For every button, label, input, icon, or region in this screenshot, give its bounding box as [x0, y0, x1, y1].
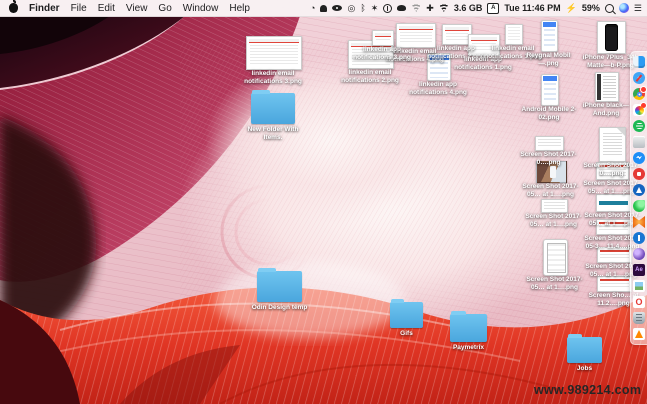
icon-label: Reygnal Mobil—.png: [526, 52, 571, 67]
safari-icon[interactable]: [633, 72, 645, 84]
leaf-app-icon[interactable]: [633, 200, 645, 212]
vlc-icon[interactable]: [633, 328, 645, 340]
wifi-dim-icon[interactable]: [411, 4, 422, 12]
folder-icon[interactable]: [567, 334, 602, 363]
grater-app-icon[interactable]: [633, 312, 645, 324]
file-icon[interactable]: [505, 24, 523, 45]
bluetooth-icon[interactable]: ᛒ: [360, 3, 365, 13]
icon-label: linkedin email notifications 2.png: [341, 69, 399, 84]
icon-label: Screen Shot 2017-05… at 1….png: [525, 213, 582, 228]
battery-bolt-icon[interactable]: ⚡: [566, 3, 577, 13]
fan-icon[interactable]: ✚: [426, 3, 434, 13]
finder-icon[interactable]: [633, 56, 645, 68]
notification-badge: [640, 86, 647, 93]
siri-icon[interactable]: [618, 3, 629, 13]
battery-text[interactable]: 59%: [582, 3, 600, 13]
icon-label: linkedin app notifications 4.png: [409, 81, 467, 96]
file-icon[interactable]: [372, 30, 394, 46]
icon-label: New Folder With Items.: [247, 126, 299, 141]
photos-icon[interactable]: [633, 102, 647, 116]
red-app-icon[interactable]: [633, 168, 645, 180]
menu-bar: Finder File Edit View Go Window Help ◔ ◎ ᛒ ✶ ✚ 3.6 …: [0, 0, 647, 17]
folder-icon[interactable]: [257, 268, 302, 302]
file-icon[interactable]: [246, 36, 302, 70]
menu-help[interactable]: Help: [229, 3, 250, 14]
cloud-icon[interactable]: [397, 5, 407, 11]
icon-label: Gifs: [400, 330, 413, 337]
icon-label: iPhone black—And.png: [582, 102, 630, 117]
icon-label: Odin Design temp: [251, 304, 308, 311]
clock-text[interactable]: Tue 11:46 PM: [504, 3, 560, 13]
pause-circle-icon[interactable]: [383, 3, 393, 13]
sail-app-icon[interactable]: [633, 184, 645, 196]
notification-badge: [640, 102, 647, 109]
file-icon[interactable]: [597, 21, 626, 54]
spotlight-icon[interactable]: [604, 3, 614, 13]
icon-label: Screen Shot 2017-0….png: [520, 151, 577, 166]
menu-bar-left: Finder File Edit View Go Window Help: [0, 0, 250, 14]
file-icon[interactable]: [535, 136, 564, 151]
apple-menu-icon[interactable]: [9, 0, 18, 13]
file-icon[interactable]: [541, 199, 568, 213]
icon-label: Screen Shot 2017-05… at 1….png: [522, 183, 579, 198]
icon-label: linkedin app notifications 3.png: [353, 46, 411, 61]
folder-icon[interactable]: [251, 90, 295, 124]
folder-icon[interactable]: [390, 299, 423, 328]
wifi-icon[interactable]: [438, 4, 449, 12]
record-icon[interactable]: ◎: [347, 3, 355, 13]
file-icon[interactable]: [595, 72, 619, 102]
file-icon[interactable]: [543, 239, 568, 276]
spotify-icon[interactable]: [633, 120, 645, 132]
dock: Ae O: [630, 51, 647, 345]
photo-stack-icon[interactable]: [633, 280, 645, 292]
clock-icon[interactable]: ◔: [310, 3, 315, 13]
menu-window[interactable]: Window: [183, 3, 219, 14]
stacks-icon[interactable]: [633, 136, 645, 148]
input-source-icon[interactable]: A: [487, 2, 500, 14]
flower-icon[interactable]: ✶: [371, 3, 379, 13]
watermark-text: www.989214.com: [534, 383, 642, 397]
menu-go[interactable]: Go: [158, 3, 171, 14]
icon-label: Jobs: [576, 365, 593, 372]
menu-edit[interactable]: Edit: [98, 3, 115, 14]
butterfly-app-icon[interactable]: [633, 216, 645, 228]
menu-items-container: Finder File Edit View Go Window Help: [29, 3, 250, 14]
pause-app-icon[interactable]: [633, 232, 645, 244]
file-icon[interactable]: [596, 194, 631, 212]
menu-file[interactable]: File: [71, 3, 87, 14]
icon-label: linkedin email notifications 3.png: [244, 70, 302, 85]
desktop-screen: Finder File Edit View Go Window Help ◔ ◎ ᛒ ✶ ✚ 3.6 …: [0, 0, 647, 404]
messenger-icon[interactable]: [633, 152, 645, 164]
bell-icon[interactable]: [320, 4, 328, 12]
icon-label: Screen Shot 2017-05… at 1….png: [526, 276, 583, 291]
purple-orb-icon[interactable]: [633, 248, 645, 260]
file-icon[interactable]: [599, 127, 626, 162]
menu-finder[interactable]: Finder: [29, 3, 60, 14]
file-icon[interactable]: [597, 276, 632, 292]
icon-label: Paymetrix: [452, 344, 485, 351]
folder-icon[interactable]: [450, 311, 487, 342]
eye-icon[interactable]: [332, 5, 343, 11]
notification-center-icon[interactable]: ☰: [634, 3, 642, 13]
adobe-app-icon[interactable]: Ae: [633, 264, 645, 276]
desktop-icons: linkedin email notifications 3.png New Fo…: [0, 0, 647, 404]
memory-text[interactable]: 3.6 GB: [454, 3, 483, 13]
opera-icon[interactable]: O: [633, 296, 645, 308]
file-icon[interactable]: [541, 74, 559, 106]
menu-view[interactable]: View: [126, 3, 148, 14]
chrome-icon[interactable]: [633, 86, 647, 100]
icon-label: Android Mobile 2-02.png: [521, 106, 577, 121]
menu-bar-status: ◔ ◎ ᛒ ✶ ✚ 3.6 GB A Tue 11:46 PM ⚡ 59% ☰: [310, 2, 647, 14]
